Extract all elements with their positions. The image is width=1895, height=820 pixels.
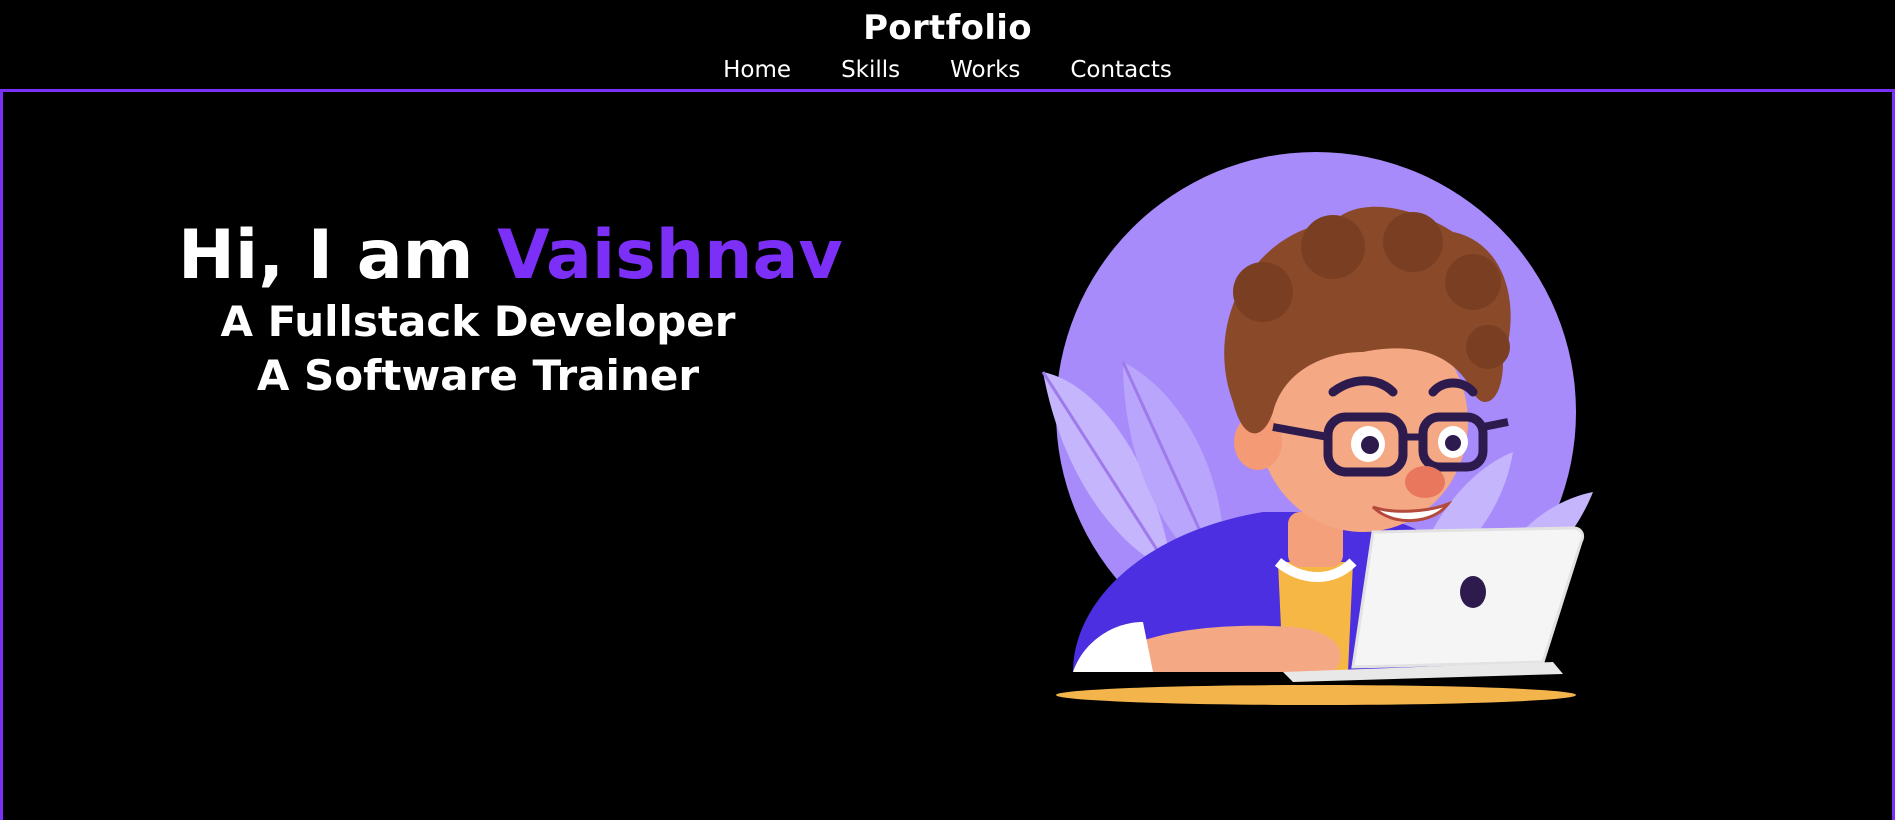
desk-ellipse <box>1056 685 1576 705</box>
nav-contacts-link[interactable]: Contacts <box>1070 55 1171 85</box>
eye-right-pupil <box>1445 435 1461 451</box>
hair-curl-5 <box>1466 325 1510 369</box>
hair-curl-1 <box>1233 262 1293 322</box>
nose <box>1405 466 1445 498</box>
developer-illustration-svg <box>1041 152 1593 705</box>
nav-skills-link[interactable]: Skills <box>841 55 900 85</box>
developer-name: Vaishnav <box>497 216 843 295</box>
nav-home-link[interactable]: Home <box>723 55 791 85</box>
glasses-arm-right <box>1482 418 1509 431</box>
hero-section: Hi, I am Vaishnav A Fullstack Developer … <box>0 89 1895 820</box>
hair-curl-3 <box>1383 212 1443 272</box>
greeting-prefix: Hi, I am <box>178 216 498 295</box>
greeting-heading: Hi, I am Vaishnav <box>178 216 843 295</box>
hair-curl-2 <box>1301 215 1365 279</box>
site-header: Portfolio Home Skills Works Contacts <box>0 0 1895 92</box>
laptop-logo <box>1460 576 1486 608</box>
developer-illustration <box>1033 152 1593 752</box>
main-nav: Home Skills Works Contacts <box>0 55 1895 85</box>
intro-block: Hi, I am Vaishnav A Fullstack Developer … <box>178 216 843 403</box>
site-title: Portfolio <box>863 8 1032 48</box>
eye-left-pupil <box>1361 436 1379 454</box>
role-trainer: A Software Trainer <box>256 351 700 400</box>
nav-works-link[interactable]: Works <box>950 55 1020 85</box>
hair-curl-4 <box>1445 254 1501 310</box>
role-fullstack: A Fullstack Developer <box>220 297 736 346</box>
